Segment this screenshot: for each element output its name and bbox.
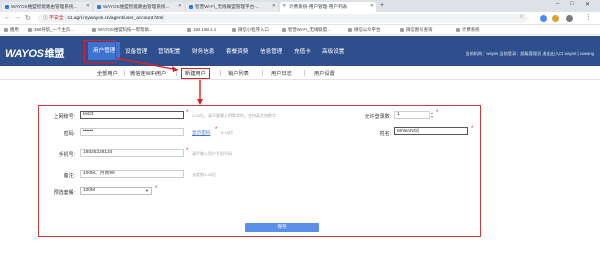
account-hint: 4-20位，请不要输入特殊字符，支持英文和数字 <box>192 113 277 118</box>
package-label: 预选套餐: <box>53 190 75 196</box>
account-value: test3 <box>83 112 94 117</box>
account-input[interactable]: test3 <box>80 111 184 119</box>
required-mark: * <box>155 186 158 192</box>
required-mark: * <box>436 110 439 116</box>
phone-label: 手机号: <box>58 152 75 158</box>
arrow-head <box>172 66 178 72</box>
remark-hint: 长度限1-20位 <box>192 172 217 177</box>
package-select[interactable]: 100M ▼ <box>80 187 152 195</box>
password-value: •••••• <box>83 129 94 134</box>
chevron-down-icon: ▼ <box>145 188 149 193</box>
name-label: 姓名: <box>379 131 391 137</box>
new-user-form: 上网账号: test3 * 4-20位，请不要输入特殊字符，支持英文和数字 允许… <box>38 105 481 237</box>
required-mark: * <box>186 110 189 116</box>
show-password-link[interactable]: 显示密码 <box>192 130 210 136</box>
remark-input[interactable]: 100M、月费99 <box>80 170 184 178</box>
max-login-stepper[interactable]: ▲ ▼ <box>430 111 434 119</box>
phone-hint: 请手输入用户手机号码 <box>192 151 232 156</box>
text-cursor: | <box>417 128 419 134</box>
required-mark: * <box>186 148 189 154</box>
screenshot-root: WAYOS维盟智能路由管理系统... ✕ WAYOS维盟智能路由管理系统... … <box>0 0 600 266</box>
save-button[interactable]: 保存 <box>245 223 319 232</box>
account-label: 上网账号: <box>53 114 75 120</box>
phone-value: 18826228134 <box>83 150 113 155</box>
max-login-label: 允许登录数: <box>364 114 391 120</box>
required-mark: * <box>215 127 218 133</box>
max-login-input[interactable]: 1 <box>394 111 430 119</box>
password-input[interactable]: •••••• <box>80 128 184 136</box>
password-label: 密码: <box>63 131 75 137</box>
remark-label: 备注: <box>63 173 75 179</box>
name-value: MrWANG <box>397 129 418 134</box>
name-input[interactable]: MrWANG| <box>394 127 468 135</box>
max-login-value: 1 <box>397 112 400 117</box>
phone-input[interactable]: 18826228134 <box>80 149 184 157</box>
package-value: 100M <box>83 188 95 193</box>
required-mark: * <box>471 126 474 132</box>
remark-value: 100M、月费99 <box>83 171 115 176</box>
arrow-line <box>115 57 179 71</box>
password-hint: 6-18位 <box>221 130 234 135</box>
